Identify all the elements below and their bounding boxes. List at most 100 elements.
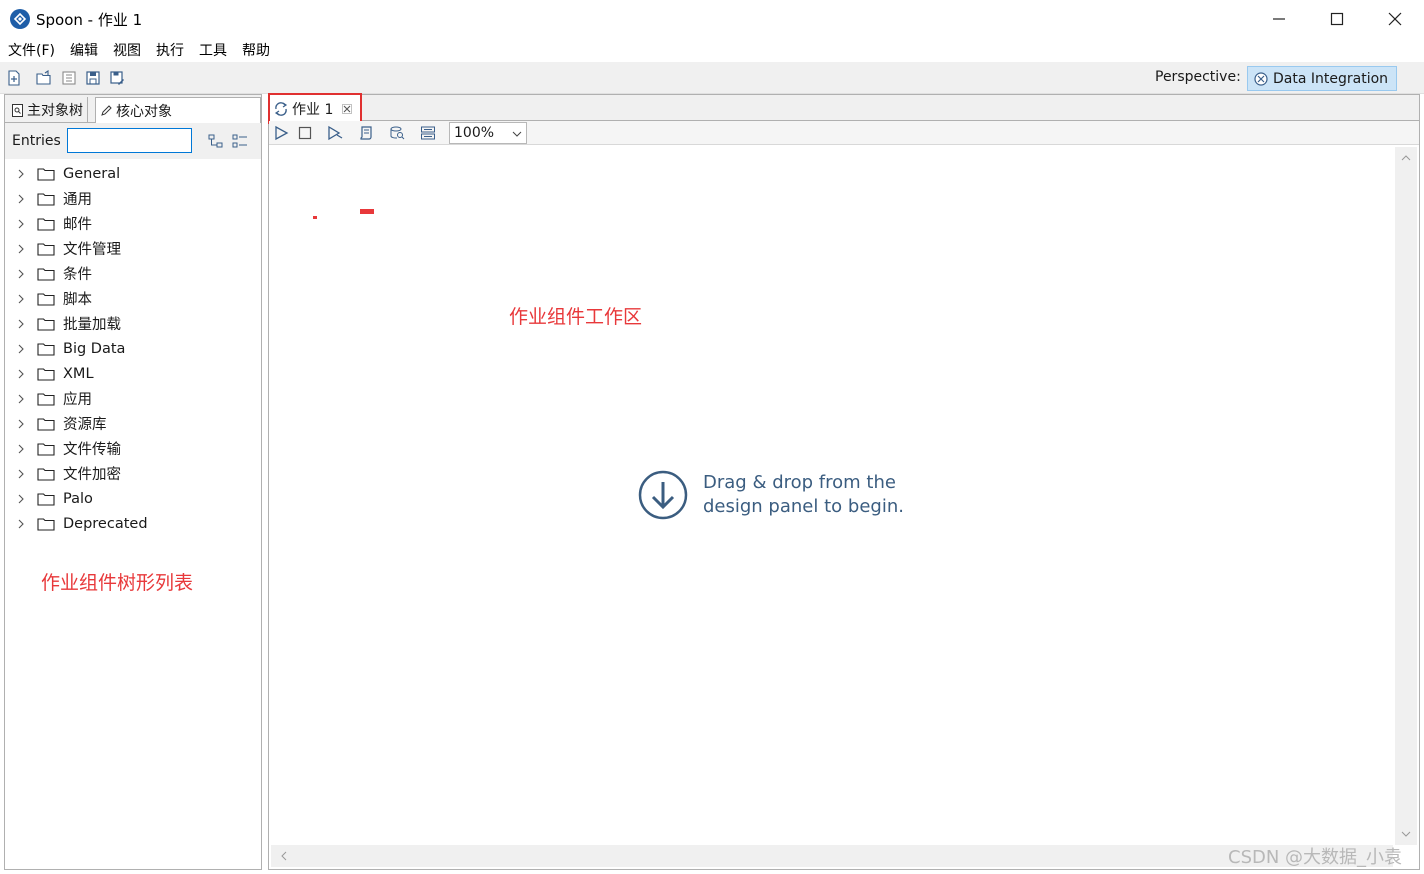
collapse-all-icon[interactable] [232, 133, 248, 149]
open-folder-icon [36, 70, 51, 85]
tree-item[interactable]: Palo [5, 486, 261, 511]
chevron-right-icon[interactable] [15, 168, 27, 180]
tree-item[interactable]: 文件管理 [5, 236, 261, 261]
data-integration-icon [1254, 71, 1268, 86]
folder-icon [37, 192, 55, 206]
scroll-down-icon[interactable] [1401, 829, 1411, 839]
minimize-button[interactable] [1250, 0, 1308, 38]
tree-item-label: Palo [63, 490, 93, 507]
impact-analysis-button[interactable] [389, 125, 405, 141]
annotation-workspace: 作业组件工作区 [509, 306, 643, 328]
menu-file[interactable]: 文件(F) [0, 40, 62, 60]
tree-item-label: 通用 [63, 192, 92, 208]
run-options-icon [328, 125, 343, 141]
left-panel-tabs: 主对象树 核心对象 [5, 95, 261, 123]
chevron-right-icon[interactable] [15, 343, 27, 355]
tree-item[interactable]: 通用 [5, 186, 261, 211]
maximize-button[interactable] [1308, 0, 1366, 38]
menu-run[interactable]: 执行 [148, 40, 191, 60]
folder-icon [37, 392, 55, 406]
tree-item[interactable]: 文件传输 [5, 436, 261, 461]
entries-search-input[interactable] [67, 128, 192, 153]
entries-search-row: Entries [5, 123, 261, 159]
play-icon [275, 125, 289, 141]
maximize-icon [1330, 12, 1344, 26]
stop-icon [298, 126, 312, 140]
tree-item-label: 资源库 [63, 417, 107, 433]
chevron-right-icon[interactable] [15, 468, 27, 480]
chevron-right-icon[interactable] [15, 518, 27, 530]
close-icon [1388, 12, 1402, 26]
folder-icon [37, 317, 55, 331]
save-button[interactable] [84, 69, 102, 87]
tree-item[interactable]: General [5, 161, 261, 186]
tree-item[interactable]: 邮件 [5, 211, 261, 236]
menu-help[interactable]: 帮助 [234, 40, 277, 60]
tree-item[interactable]: 条件 [5, 261, 261, 286]
tab-job-1[interactable]: 作业 1 [269, 95, 361, 122]
scroll-up-icon[interactable] [1401, 153, 1411, 163]
chevron-right-icon[interactable] [15, 293, 27, 305]
tree-item[interactable]: 批量加载 [5, 311, 261, 336]
vertical-scrollbar[interactable] [1395, 147, 1417, 845]
tab-core-objects[interactable]: 核心对象 [95, 97, 261, 123]
annotation-tree-list: 作业组件树形列表 [41, 572, 194, 594]
sql-button[interactable] [420, 125, 436, 141]
chevron-right-icon[interactable] [15, 318, 27, 330]
horizontal-scrollbar[interactable] [271, 845, 1393, 867]
window-title: Spoon - 作业 1 [36, 10, 143, 29]
download-arrow-icon [638, 470, 688, 520]
chevron-right-icon[interactable] [15, 368, 27, 380]
tab-main-object-tree[interactable]: 主对象树 [7, 97, 88, 123]
left-panel: 主对象树 核心对象 Entries General 通用邮件 文件管理 条件脚本批量加… [4, 94, 262, 870]
tree-item-label: 批量加载 [63, 317, 121, 333]
run-button[interactable] [273, 125, 289, 141]
tree-item[interactable]: Big Data [5, 336, 261, 361]
check-job-button[interactable] [358, 125, 374, 141]
save-as-button[interactable] [108, 69, 126, 87]
folder-icon [37, 217, 55, 231]
new-file-button[interactable] [5, 69, 23, 87]
chevron-right-icon[interactable] [15, 443, 27, 455]
window-controls [1250, 0, 1424, 38]
menu-view[interactable]: 视图 [105, 40, 148, 60]
drag-drop-hint: Drag & drop from the design panel to beg… [637, 469, 943, 521]
chevron-right-icon[interactable] [15, 193, 27, 205]
tree-item[interactable]: 脚本 [5, 286, 261, 311]
editor-tabs: 作业 1 [268, 93, 1419, 124]
chevron-right-icon[interactable] [15, 268, 27, 280]
spoon-app-icon [10, 9, 30, 29]
watermark: CSDN @大数据_小袁 [1228, 847, 1403, 868]
tree-item[interactable]: Deprecated [5, 511, 261, 536]
run-options-button[interactable] [327, 125, 343, 141]
explore-repository-button[interactable] [60, 69, 78, 87]
tab-core-objects-label: 核心对象 [116, 103, 172, 120]
folder-icon [37, 492, 55, 506]
zoom-select[interactable]: 100% [449, 122, 527, 144]
tree-item-label: 脚本 [63, 292, 92, 308]
stop-button[interactable] [297, 125, 313, 141]
chevron-right-icon[interactable] [15, 243, 27, 255]
tree-item[interactable]: 文件加密 [5, 461, 261, 486]
menu-edit[interactable]: 编辑 [62, 40, 105, 60]
open-file-button[interactable] [35, 69, 53, 87]
job-canvas[interactable]: 作业组件工作区 Drag & drop from the design pane… [271, 147, 1393, 845]
entries-label: Entries [12, 133, 60, 149]
close-tab-icon[interactable] [342, 103, 353, 114]
tree-item[interactable]: 资源库 [5, 411, 261, 436]
chevron-right-icon[interactable] [15, 493, 27, 505]
perspective-data-integration-button[interactable]: Data Integration [1247, 66, 1397, 91]
job-icon [274, 101, 288, 116]
close-button[interactable] [1366, 0, 1424, 38]
folder-icon [37, 267, 55, 281]
chevron-right-icon[interactable] [15, 393, 27, 405]
expand-all-icon[interactable] [208, 133, 224, 149]
folder-icon [37, 367, 55, 381]
menu-tools[interactable]: 工具 [191, 40, 234, 60]
tree-item[interactable]: XML [5, 361, 261, 386]
chevron-right-icon[interactable] [15, 218, 27, 230]
tree-item[interactable]: 应用 [5, 386, 261, 411]
search-db-icon [390, 126, 405, 140]
chevron-right-icon[interactable] [15, 418, 27, 430]
scroll-left-icon[interactable] [279, 851, 289, 861]
